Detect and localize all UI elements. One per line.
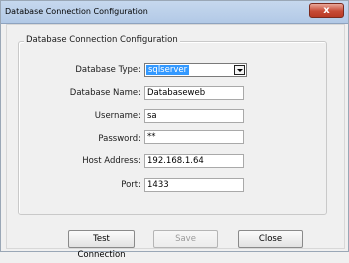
username-input[interactable]: sa [144,109,244,123]
database-type-select[interactable]: sqlserver [144,63,247,77]
database-name-input[interactable]: Databaseweb [144,86,244,100]
close-icon: x [323,5,330,16]
password-input[interactable]: ** [144,130,244,144]
test-connection-button[interactable]: Test Connection [68,230,135,260]
host-address-input[interactable]: 192.168.1.64 [144,154,244,168]
save-button[interactable]: Save [153,230,218,248]
title-bar[interactable]: Database Connection Configuration x [1,1,348,24]
close-button[interactable]: Close [238,230,303,248]
host-address-label: Host Address: [82,156,141,166]
username-label: Username: [94,111,141,121]
window-title: Database Connection Configuration [5,7,148,16]
port-input[interactable]: 1433 [144,178,244,192]
database-type-value: sqlserver [146,65,190,75]
dialog-window: Database Connection Configuration x Data… [0,0,349,260]
database-type-label: Database Type: [75,65,141,75]
database-name-label: Database Name: [69,88,141,98]
port-label: Port: [121,180,141,190]
groupbox-legend: Database Connection Configuration [24,35,180,45]
close-window-button[interactable]: x [309,3,344,18]
password-label: Password: [98,134,141,144]
chevron-down-icon[interactable] [234,65,245,75]
